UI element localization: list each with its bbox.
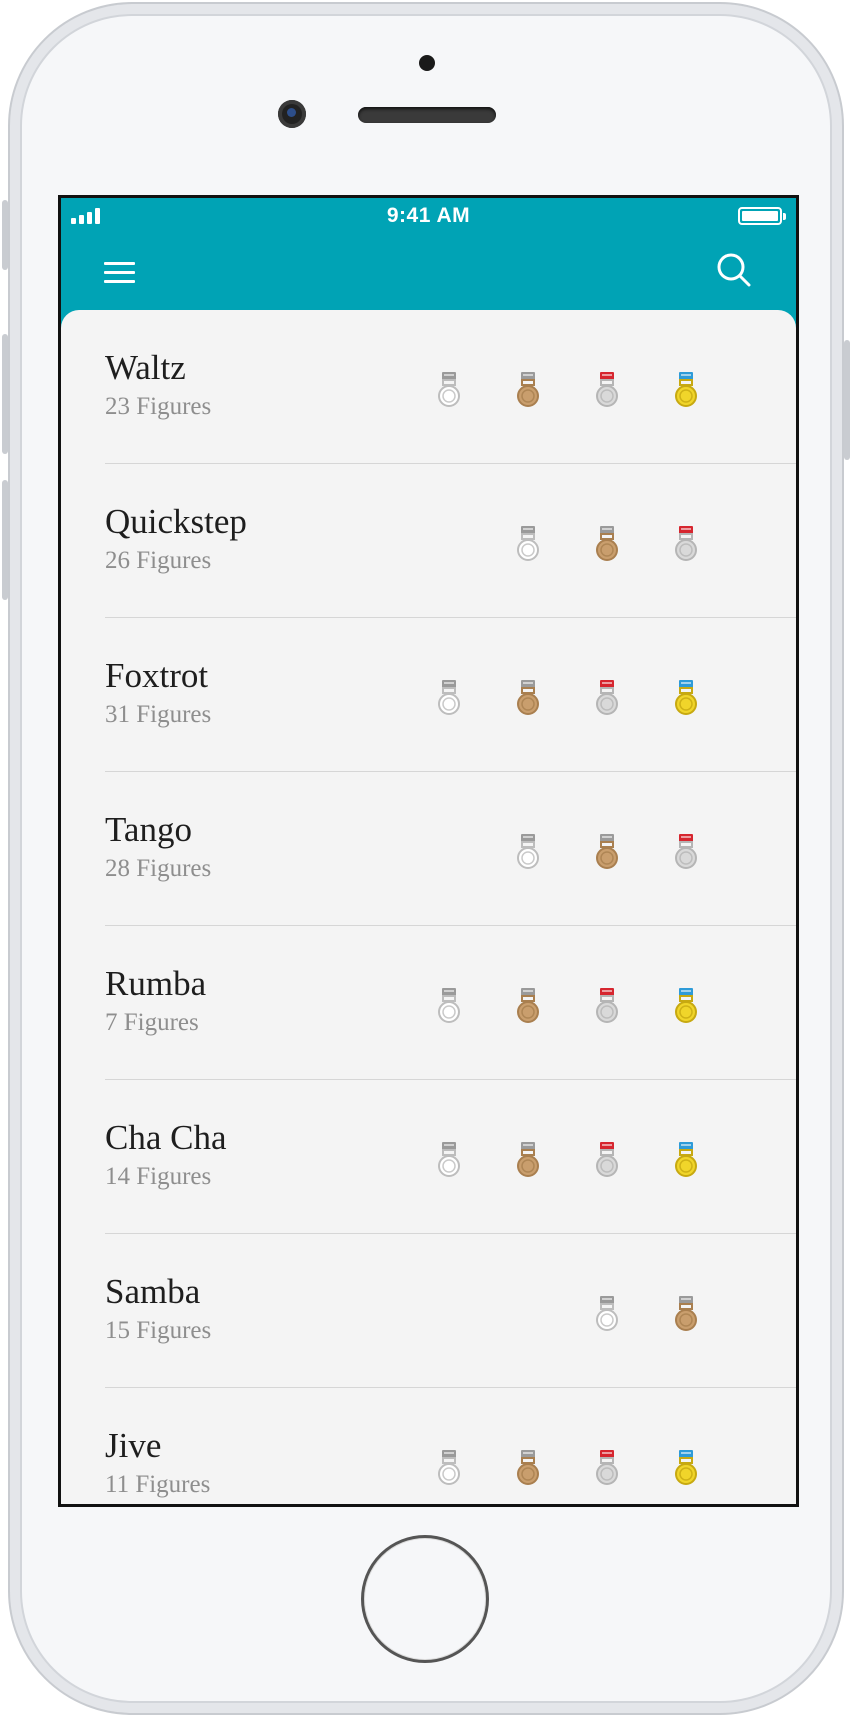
dance-row[interactable]: Cha Cha 14 Figures xyxy=(61,1080,796,1234)
front-camera xyxy=(278,100,306,128)
silver-medal-icon xyxy=(673,525,699,565)
figure-count: 14 Figures xyxy=(105,1163,212,1190)
volume-down-button xyxy=(2,480,8,600)
app-screen: 9:41 AM Waltz 23 Figures Quickstep 26 Figur… xyxy=(58,195,799,1507)
dance-name: Waltz xyxy=(105,348,186,387)
dance-name: Rumba xyxy=(105,964,207,1003)
dance-row[interactable]: Foxtrot 31 Figures xyxy=(61,618,796,772)
gold-medal-icon xyxy=(673,1449,699,1489)
figure-count: 26 Figures xyxy=(105,547,212,574)
bronze-medal-icon xyxy=(515,679,541,719)
volume-up-button xyxy=(2,334,8,454)
bronze-medal-icon xyxy=(515,371,541,411)
dance-name: Samba xyxy=(105,1272,201,1311)
gold-medal-icon xyxy=(673,1141,699,1181)
bronze-medal-icon xyxy=(515,1141,541,1181)
figure-count: 15 Figures xyxy=(105,1317,212,1344)
bronze-medal-icon xyxy=(594,833,620,873)
status-time: 9:41 AM xyxy=(386,204,471,227)
hamburger-menu-icon xyxy=(104,262,135,265)
figure-count: 11 Figures xyxy=(105,1471,211,1498)
silver-medal-icon xyxy=(594,371,620,411)
dance-name: Cha Cha xyxy=(105,1118,227,1157)
bronze-medal-icon xyxy=(594,525,620,565)
white-medal-icon xyxy=(436,679,462,719)
silver-medal-icon xyxy=(594,679,620,719)
dance-name: Foxtrot xyxy=(105,656,209,695)
menu-button[interactable] xyxy=(101,254,139,290)
power-button xyxy=(844,340,850,460)
white-medal-icon xyxy=(515,525,541,565)
search-icon xyxy=(717,253,751,287)
proximity-sensor xyxy=(419,55,435,71)
white-medal-icon xyxy=(436,371,462,411)
silver-medal-icon xyxy=(594,1449,620,1489)
silver-medal-icon xyxy=(673,833,699,873)
mute-switch xyxy=(2,200,8,270)
dance-name: Jive xyxy=(105,1426,162,1465)
figure-count: 28 Figures xyxy=(105,855,212,882)
status-bar: 9:41 AM xyxy=(61,198,796,238)
dance-row[interactable]: Tango 28 Figures xyxy=(61,772,796,926)
bronze-medal-icon xyxy=(515,987,541,1027)
dance-list: Waltz 23 Figures Quickstep 26 Figures Foxtro… xyxy=(61,310,796,1504)
white-medal-icon xyxy=(594,1295,620,1335)
gold-medal-icon xyxy=(673,679,699,719)
bronze-medal-icon xyxy=(673,1295,699,1335)
white-medal-icon xyxy=(515,833,541,873)
bronze-medal-icon xyxy=(515,1449,541,1489)
white-medal-icon xyxy=(436,987,462,1027)
dance-name: Tango xyxy=(105,810,192,849)
figure-count: 23 Figures xyxy=(105,393,212,420)
figure-count: 31 Figures xyxy=(105,701,212,728)
silver-medal-icon xyxy=(594,987,620,1027)
dance-row[interactable]: Quickstep 26 Figures xyxy=(61,464,796,618)
home-button[interactable] xyxy=(361,1535,489,1663)
app-header xyxy=(61,238,796,310)
earpiece-speaker xyxy=(358,107,496,123)
dance-row[interactable]: Jive 11 Figures xyxy=(61,1388,796,1504)
search-button[interactable] xyxy=(714,250,754,290)
figure-count: 7 Figures xyxy=(105,1009,199,1036)
menu-line xyxy=(104,271,135,274)
white-medal-icon xyxy=(436,1141,462,1181)
gold-medal-icon xyxy=(673,987,699,1027)
dance-row[interactable]: Samba 15 Figures xyxy=(61,1234,796,1388)
dance-row[interactable]: Rumba 7 Figures xyxy=(61,926,796,1080)
dance-row[interactable]: Waltz 23 Figures xyxy=(61,310,796,464)
dance-name: Quickstep xyxy=(105,502,247,541)
menu-line xyxy=(104,280,135,283)
battery-icon xyxy=(738,207,786,225)
silver-medal-icon xyxy=(594,1141,620,1181)
white-medal-icon xyxy=(436,1449,462,1489)
gold-medal-icon xyxy=(673,371,699,411)
